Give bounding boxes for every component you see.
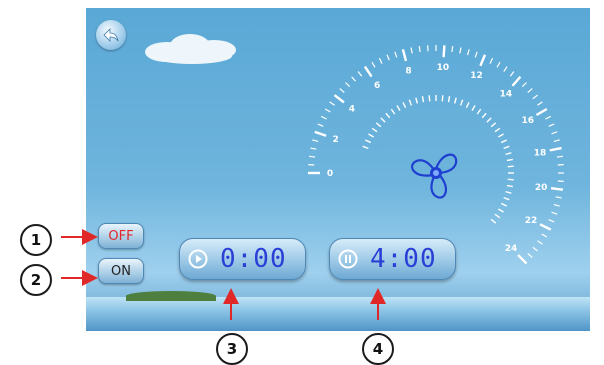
callout-4: 4 (362, 333, 394, 365)
callout-3: 3 (216, 333, 248, 365)
callout-1: 1 (20, 224, 52, 256)
annotation-arrows (0, 0, 604, 363)
callout-2: 2 (20, 264, 52, 296)
